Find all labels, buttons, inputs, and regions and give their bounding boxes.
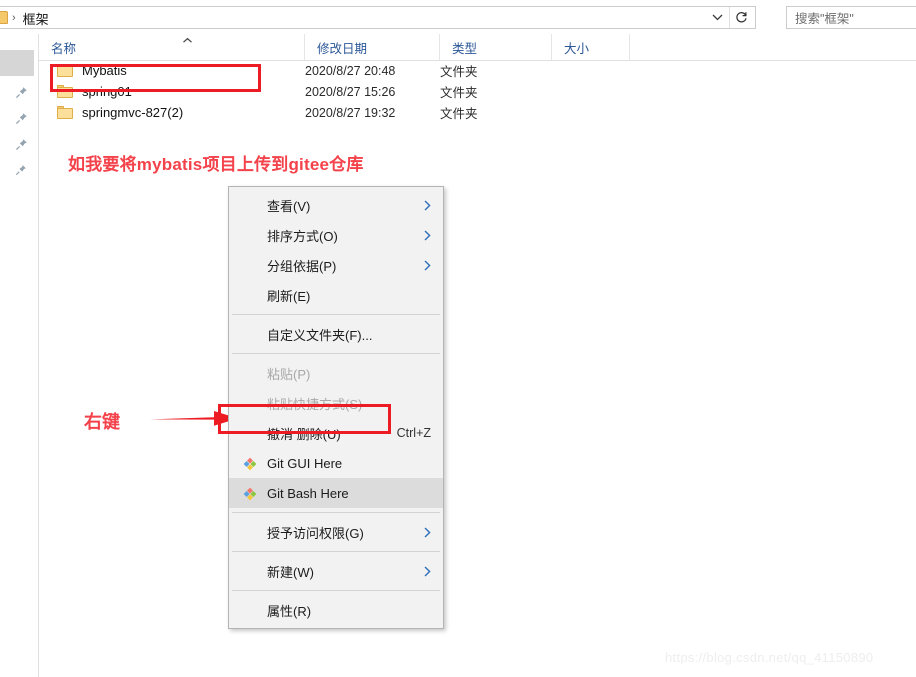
menu-item-paste: 粘贴(P) xyxy=(229,358,443,388)
file-name-label: springmvc-827(2) xyxy=(82,105,184,120)
refresh-icon[interactable] xyxy=(729,7,753,28)
sort-ascending-icon xyxy=(180,36,194,46)
file-date-cell: 2020/8/27 19:32 xyxy=(305,105,396,120)
chevron-right-icon xyxy=(424,250,431,280)
menu-item-label: 刷新(E) xyxy=(267,288,311,304)
column-header-label: 大小 xyxy=(564,41,590,56)
file-explorer-window: › 框架 搜索"框架" 名称 修改日期 类型 大小 Mybatis 2020/8… xyxy=(0,0,916,677)
menu-item-git-gui-here[interactable]: Git GUI Here xyxy=(229,448,443,478)
table-row[interactable]: Mybatis 2020/8/27 20:48 文件夹 xyxy=(39,60,916,81)
nav-selected-item[interactable] xyxy=(0,50,34,76)
git-icon xyxy=(243,457,257,471)
folder-icon xyxy=(0,11,9,24)
menu-item-label: 撤消 删除(U) xyxy=(267,426,341,442)
file-date-cell: 2020/8/27 15:26 xyxy=(305,84,396,99)
menu-item-sort-by[interactable]: 排序方式(O) xyxy=(229,220,443,250)
menu-item-view[interactable]: 查看(V) xyxy=(229,190,443,220)
menu-item-new[interactable]: 新建(W) xyxy=(229,556,443,586)
breadcrumb-separator-icon: › xyxy=(12,12,16,24)
annotation-note-text: 如我要将mybatis项目上传到gitee仓库 xyxy=(68,155,364,174)
navigation-pane xyxy=(0,34,39,677)
file-list: Mybatis 2020/8/27 20:48 文件夹 spring01 202… xyxy=(39,60,916,123)
navigation-bar: › 框架 搜索"框架" xyxy=(0,0,916,35)
pin-icon[interactable] xyxy=(14,138,28,152)
file-name-cell[interactable]: spring01 xyxy=(39,84,305,99)
annotation-arrow-icon xyxy=(148,406,240,430)
watermark-text: https://blog.csdn.net/qq_41150890 xyxy=(665,650,874,665)
git-icon xyxy=(243,487,257,501)
file-name-label: Mybatis xyxy=(82,63,127,78)
column-header-row: 名称 修改日期 类型 大小 xyxy=(39,34,916,61)
menu-item-label: 分组依据(P) xyxy=(267,258,337,274)
menu-item-properties[interactable]: 属性(R) xyxy=(229,595,443,625)
menu-separator xyxy=(232,551,440,552)
menu-separator xyxy=(232,353,440,354)
menu-item-undo-delete[interactable]: 撤消 删除(U) Ctrl+Z xyxy=(229,418,443,448)
chevron-down-icon[interactable] xyxy=(706,7,728,28)
menu-item-git-bash-here[interactable]: Git Bash Here xyxy=(229,478,443,508)
chevron-right-icon xyxy=(424,220,431,250)
menu-item-label: 授予访问权限(G) xyxy=(267,525,364,541)
table-row[interactable]: springmvc-827(2) 2020/8/27 19:32 文件夹 xyxy=(39,102,916,123)
menu-item-label: 排序方式(O) xyxy=(267,228,338,244)
column-header-name[interactable]: 名称 xyxy=(39,34,305,60)
column-header-size[interactable]: 大小 xyxy=(552,34,630,60)
search-input[interactable]: 搜索"框架" xyxy=(786,6,916,29)
breadcrumb[interactable]: › 框架 xyxy=(12,8,49,29)
folder-icon xyxy=(57,106,73,119)
column-header-type[interactable]: 类型 xyxy=(440,34,552,60)
menu-item-grant-access[interactable]: 授予访问权限(G) xyxy=(229,517,443,547)
pin-icon[interactable] xyxy=(14,164,28,178)
menu-item-label: 查看(V) xyxy=(267,198,311,214)
table-row[interactable]: spring01 2020/8/27 15:26 文件夹 xyxy=(39,81,916,102)
context-menu: 查看(V) 排序方式(O) 分组依据(P) 刷新(E) 自定义文件夹(F)...… xyxy=(228,186,444,629)
menu-item-label: 新建(W) xyxy=(267,564,314,580)
menu-item-shortcut: Ctrl+Z xyxy=(396,426,431,440)
menu-item-paste-shortcut: 粘贴快捷方式(S) xyxy=(229,388,443,418)
search-placeholder-text: 搜索"框架" xyxy=(795,12,854,26)
file-type-cell: 文件夹 xyxy=(440,107,478,121)
menu-separator xyxy=(232,314,440,315)
file-name-cell[interactable]: springmvc-827(2) xyxy=(39,105,305,120)
menu-item-customize-folder[interactable]: 自定义文件夹(F)... xyxy=(229,319,443,349)
menu-separator xyxy=(232,590,440,591)
breadcrumb-item-current[interactable]: 框架 xyxy=(23,9,49,28)
column-header-date-modified[interactable]: 修改日期 xyxy=(305,34,440,60)
menu-item-label: 自定义文件夹(F)... xyxy=(267,327,373,343)
chevron-right-icon xyxy=(424,556,431,586)
annotation-rightclick-label: 右键 xyxy=(84,412,120,432)
file-date-cell: 2020/8/27 20:48 xyxy=(305,63,396,78)
file-name-cell[interactable]: Mybatis xyxy=(39,63,305,78)
folder-icon xyxy=(57,64,73,77)
column-header-label: 类型 xyxy=(452,41,478,56)
menu-item-label: 粘贴(P) xyxy=(267,366,311,382)
menu-item-refresh[interactable]: 刷新(E) xyxy=(229,280,443,310)
address-bar[interactable]: › 框架 xyxy=(0,6,756,29)
menu-separator xyxy=(232,512,440,513)
file-type-cell: 文件夹 xyxy=(440,86,478,100)
menu-item-group-by[interactable]: 分组依据(P) xyxy=(229,250,443,280)
file-type-cell: 文件夹 xyxy=(440,65,478,79)
file-name-label: spring01 xyxy=(82,84,132,99)
pin-icon[interactable] xyxy=(14,112,28,126)
folder-icon xyxy=(57,85,73,98)
menu-item-label: Git Bash Here xyxy=(267,485,349,501)
column-header-label: 名称 xyxy=(51,41,77,56)
chevron-right-icon xyxy=(424,517,431,547)
chevron-right-icon xyxy=(424,190,431,220)
menu-item-label: 粘贴快捷方式(S) xyxy=(267,396,363,412)
menu-item-label: Git GUI Here xyxy=(267,455,343,471)
pin-icon[interactable] xyxy=(14,86,28,100)
menu-item-label: 属性(R) xyxy=(267,603,312,619)
column-header-label: 修改日期 xyxy=(317,41,368,56)
